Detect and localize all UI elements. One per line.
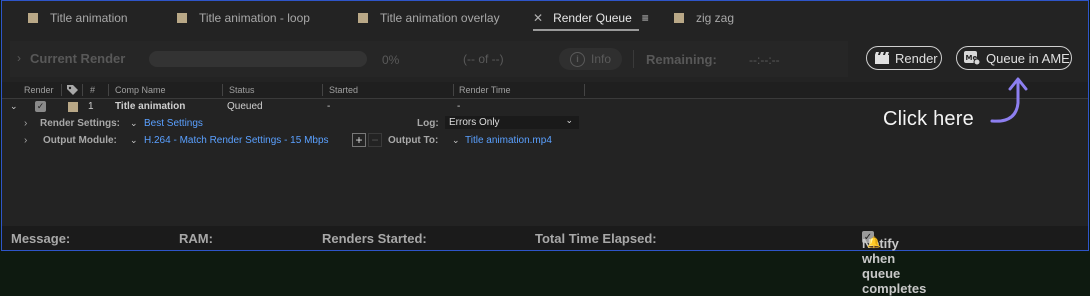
progress-bar — [149, 51, 367, 67]
column-divider — [82, 84, 83, 96]
item-number: 1 — [88, 101, 94, 112]
chevron-down-icon[interactable]: ⌄ — [130, 118, 138, 129]
tab-label: zig zag — [696, 11, 735, 25]
log-select-value: Errors Only — [449, 117, 500, 128]
info-label: Info — [590, 52, 611, 66]
column-divider — [322, 84, 323, 96]
column-render[interactable]: Render — [24, 85, 54, 95]
remaining-value: --:--:-- — [749, 53, 780, 67]
output-module-label: Output Module: — [43, 135, 117, 146]
annotation-arrow-icon — [990, 77, 1028, 123]
render-button[interactable]: Render — [866, 46, 942, 70]
log-label: Log: — [417, 118, 439, 129]
tab-title-animation-overlay[interactable]: Title animation overlay — [358, 9, 500, 27]
item-render-time: - — [457, 101, 461, 112]
render-count: (-- of --) — [463, 52, 504, 66]
renders-started-label: Renders Started: — [322, 231, 427, 246]
render-icon — [875, 52, 889, 64]
panel-menu-icon[interactable]: ≡ — [642, 11, 649, 25]
ram-label: RAM: — [179, 231, 213, 246]
tag-icon[interactable] — [67, 84, 79, 95]
log-select[interactable]: Errors Only ⌄ — [445, 115, 579, 129]
close-icon[interactable]: ✕ — [533, 11, 543, 25]
label-color-swatch — [177, 13, 187, 23]
tab-label: Title animation - loop — [199, 11, 310, 25]
render-button-label: Render — [895, 50, 938, 66]
output-module-row: › Output Module: ⌄ H.264 - Match Render … — [2, 133, 1088, 149]
chevron-right-icon[interactable]: › — [24, 135, 27, 146]
column-divider — [61, 84, 62, 96]
tab-label: Title animation — [50, 11, 128, 25]
current-render-bar: › Current Render 0% (-- of --) i Info Re… — [10, 41, 848, 77]
column-divider — [584, 84, 585, 96]
add-output-module-icon[interactable]: + — [352, 133, 366, 147]
tab-render-queue[interactable]: ✕ Render Queue ≡ — [533, 9, 649, 27]
divider — [633, 50, 634, 68]
chevron-down-icon[interactable]: ⌄ — [452, 135, 460, 146]
tab-zig-zag[interactable]: zig zag — [674, 9, 734, 27]
media-encoder-icon: Me — [964, 51, 980, 65]
remaining-label: Remaining: — [646, 52, 717, 67]
label-color-swatch — [674, 13, 684, 23]
chevron-down-icon[interactable]: ⌄ — [130, 135, 138, 146]
total-time-label: Total Time Elapsed: — [535, 231, 657, 246]
label-color-swatch — [358, 13, 368, 23]
tab-title-animation[interactable]: Title animation — [28, 9, 128, 27]
label-color-swatch[interactable] — [68, 102, 78, 112]
status-footer: Message: RAM: Renders Started: Total Tim… — [2, 226, 1088, 296]
chevron-right-icon[interactable]: › — [17, 51, 21, 65]
bell-icon[interactable]: 🔔 — [867, 236, 881, 249]
message-label: Message: — [11, 231, 71, 246]
render-settings-label: Render Settings: — [40, 118, 121, 129]
column-render-time[interactable]: Render Time — [459, 85, 511, 95]
info-icon: i — [569, 51, 585, 67]
active-tab-indicator — [533, 29, 639, 31]
column-divider — [453, 84, 454, 96]
chevron-down-icon[interactable]: ⌄ — [10, 101, 18, 112]
output-module-value[interactable]: H.264 - Match Render Settings - 15 Mbps — [144, 135, 329, 146]
annotation-text: Click here — [883, 108, 974, 130]
current-render-label: Current Render — [30, 51, 126, 66]
column-comp-name[interactable]: Comp Name — [115, 85, 166, 95]
render-settings-value[interactable]: Best Settings — [144, 118, 203, 129]
column-divider — [222, 84, 223, 96]
chevron-right-icon[interactable]: › — [24, 118, 27, 129]
output-to-value[interactable]: Title animation.mp4 — [465, 135, 552, 146]
queue-in-ame-button[interactable]: Me Queue in AME — [956, 46, 1072, 70]
column-status[interactable]: Status — [229, 85, 255, 95]
column-divider — [108, 84, 109, 96]
item-status: Queued — [227, 101, 263, 112]
remove-output-module-icon[interactable]: − — [368, 133, 382, 147]
item-started: - — [327, 101, 331, 112]
item-comp-name: Title animation — [115, 101, 186, 112]
render-checkbox[interactable]: ✓ — [35, 101, 46, 112]
render-queue-panel: Title animation Title animation - loop T… — [1, 0, 1089, 296]
notify-option[interactable]: ✓ Notify when queue completes 🔔 — [862, 231, 926, 296]
tab-bar: Title animation Title animation - loop T… — [2, 1, 1088, 35]
queue-column-header: Render # Comp Name Status Started Render… — [2, 82, 1088, 99]
output-to-label: Output To: — [388, 135, 439, 146]
column-number[interactable]: # — [90, 85, 95, 95]
progress-percent: 0% — [382, 53, 400, 67]
queue-in-ame-label: Queue in AME — [986, 50, 1070, 66]
label-color-swatch — [28, 13, 38, 23]
tab-label: Render Queue — [553, 11, 632, 25]
column-started[interactable]: Started — [329, 85, 358, 95]
tab-label: Title animation overlay — [380, 11, 500, 25]
tab-title-animation-loop[interactable]: Title animation - loop — [177, 9, 310, 27]
info-button[interactable]: i Info — [559, 48, 622, 70]
chevron-down-icon: ⌄ — [565, 115, 573, 125]
